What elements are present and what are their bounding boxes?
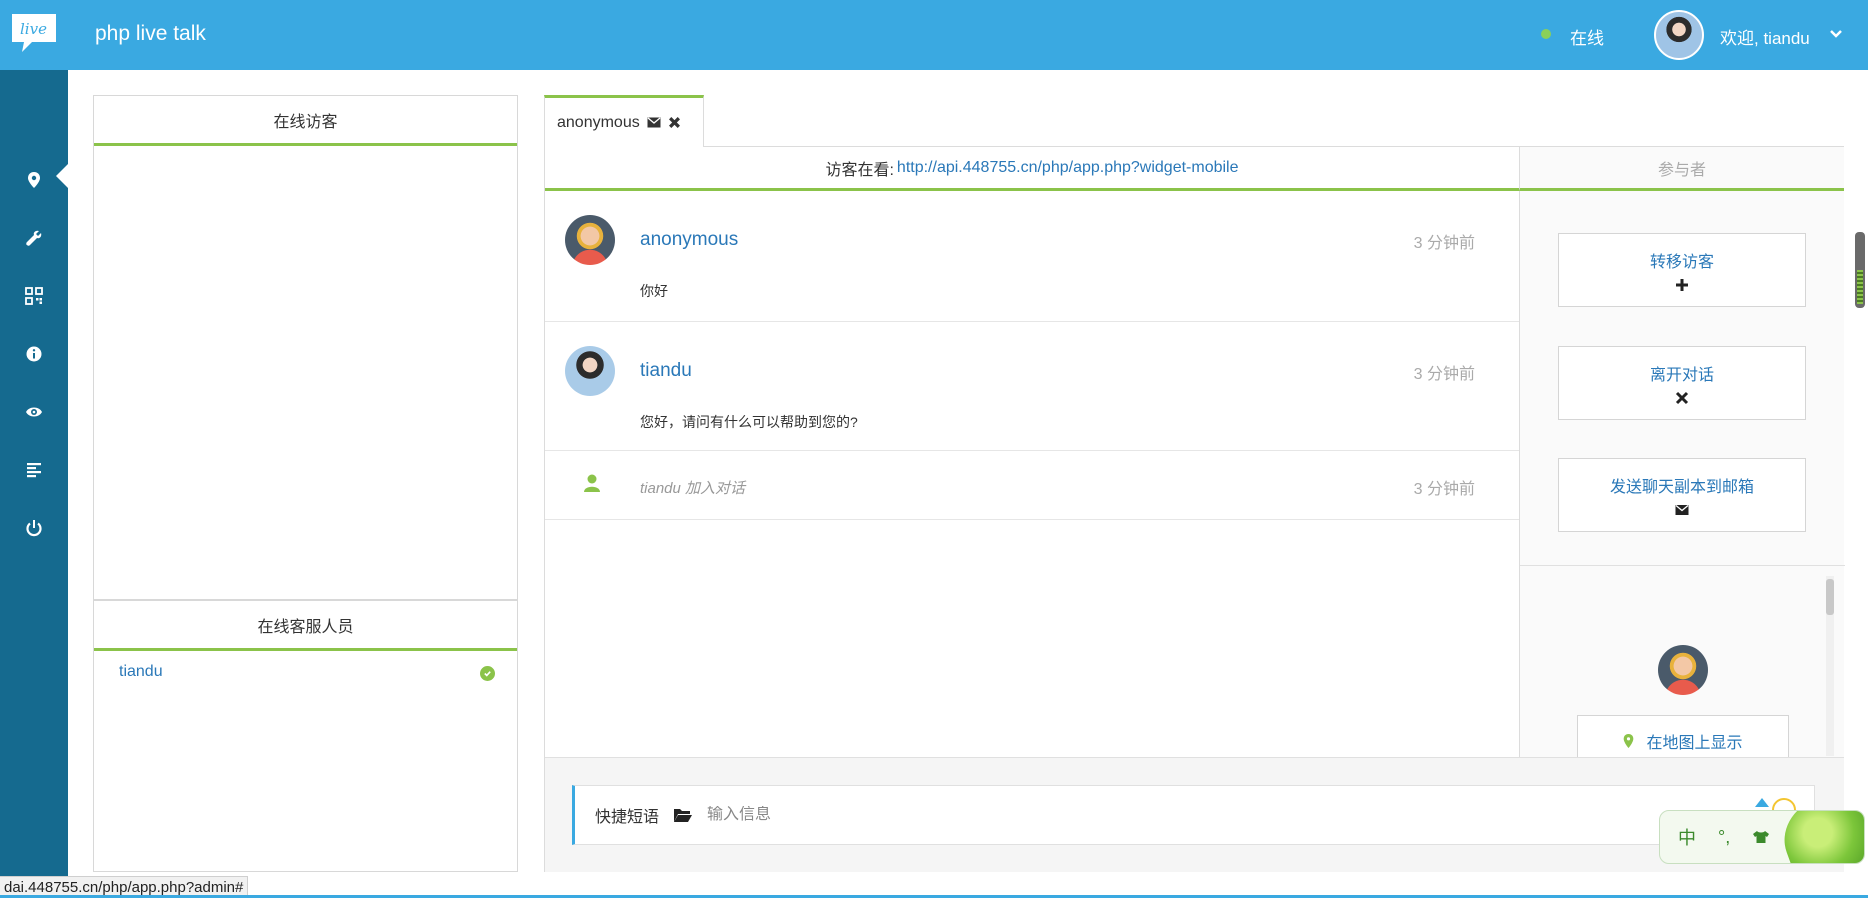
eye-icon[interactable]: [22, 400, 46, 424]
message-text: 你好: [640, 283, 668, 299]
user-icon: [584, 474, 600, 492]
top-bar: live php live talk 在线 欢迎, tiandu: [0, 0, 1868, 70]
visitor-viewing-bar: 访客在看: http://api.448755.cn/php/app.php?w…: [545, 147, 1519, 191]
caret-up-icon[interactable]: [1755, 798, 1769, 807]
sidebar-active-indicator: [56, 164, 68, 188]
online-staff-panel: 在线客服人员 tiandu: [93, 600, 518, 872]
folder-open-icon[interactable]: [673, 807, 693, 823]
user-avatar[interactable]: [1654, 10, 1704, 60]
visitor-avatar: [565, 215, 615, 265]
leave-chat-button[interactable]: 离开对话: [1558, 346, 1806, 420]
divider: [1520, 565, 1845, 566]
svg-text:live: live: [20, 20, 47, 38]
info-icon[interactable]: [22, 342, 46, 366]
online-status-dot: [1541, 29, 1551, 39]
page-scrollbar-grip[interactable]: [1857, 270, 1863, 304]
leaf-decoration: [1773, 811, 1864, 863]
wrench-icon[interactable]: [22, 226, 46, 250]
participants-panel: 转移访客 离开对话 发送聊天副本到邮箱 在地图上显示: [1519, 191, 1845, 767]
ime-language-toggle[interactable]: 中: [1678, 824, 1696, 850]
message-item: tiandu 3 分钟前 您好，请问有什么可以帮助到您的?: [545, 322, 1519, 451]
chevron-down-icon[interactable]: [1828, 26, 1844, 42]
show-on-map-label: 在地图上显示: [1646, 735, 1743, 752]
online-staff-title: 在线客服人员: [94, 601, 517, 651]
email-transcript-label: 发送聊天副本到邮箱: [1609, 479, 1754, 496]
message-author[interactable]: tiandu: [640, 360, 692, 382]
message-time: 3 分钟前: [1413, 366, 1475, 383]
message-item: anonymous 3 分钟前 你好: [545, 191, 1519, 322]
power-icon[interactable]: [22, 516, 46, 540]
online-status-text[interactable]: 在线: [1570, 24, 1604, 49]
tshirt-icon[interactable]: [1752, 830, 1770, 844]
sidebar: [0, 70, 68, 898]
app-title: php live talk: [95, 22, 206, 45]
plus-icon: [1676, 279, 1688, 291]
viewing-label: 访客在看:: [825, 161, 894, 179]
tab-anonymous[interactable]: anonymous: [544, 95, 704, 147]
live-logo[interactable]: live: [10, 12, 58, 54]
staff-name[interactable]: tiandu: [119, 663, 163, 681]
transfer-visitor-label: 转移访客: [1649, 254, 1714, 271]
viewing-url-link[interactable]: http://api.448755.cn/php/app.php?widget-…: [897, 159, 1239, 177]
online-visitors-panel: 在线访客: [93, 95, 518, 600]
tab-label: anonymous: [557, 113, 640, 131]
staff-avatar: [565, 346, 615, 396]
map-marker-icon[interactable]: [22, 168, 46, 192]
ime-punctuation-toggle[interactable]: °,: [1718, 827, 1730, 848]
staff-list-item[interactable]: tiandu: [94, 651, 517, 697]
welcome-text[interactable]: 欢迎, tiandu: [1720, 24, 1810, 49]
align-left-icon[interactable]: [22, 458, 46, 482]
participants-title: 参与者: [1519, 147, 1844, 191]
message-time: 3 分钟前: [1413, 235, 1475, 252]
online-visitors-title: 在线访客: [94, 96, 517, 146]
system-message-text: tiandu 加入对话: [640, 480, 746, 497]
quick-phrases-label[interactable]: 快捷短语: [595, 803, 659, 827]
message-input-bar: 快捷短语: [572, 785, 1815, 845]
message-text: 您好，请问有什么可以帮助到您的?: [640, 414, 858, 430]
transfer-visitor-button[interactable]: 转移访客: [1558, 233, 1806, 307]
system-message: tiandu 加入对话 3 分钟前: [545, 451, 1519, 520]
qrcode-icon[interactable]: [22, 284, 46, 308]
email-transcript-button[interactable]: 发送聊天副本到邮箱: [1558, 458, 1806, 532]
close-icon[interactable]: [668, 116, 681, 129]
check-circle-icon: [480, 666, 495, 681]
ime-toolbar[interactable]: 中 °,: [1659, 810, 1865, 864]
leave-chat-label: 离开对话: [1649, 367, 1714, 384]
message-author[interactable]: anonymous: [640, 229, 738, 251]
map-marker-icon: [1624, 734, 1634, 748]
close-icon: [1675, 391, 1689, 405]
message-input-zone: 快捷短语: [545, 757, 1844, 872]
system-message-time: 3 分钟前: [1413, 481, 1475, 498]
message-input[interactable]: [707, 806, 1308, 824]
envelope-icon: [1675, 505, 1689, 515]
chat-area: 访客在看: http://api.448755.cn/php/app.php?w…: [544, 146, 1845, 872]
visitor-avatar: [1658, 645, 1708, 695]
message-list: anonymous 3 分钟前 你好 tiandu 3 分钟前 您好，请问有什么…: [545, 191, 1519, 757]
participants-scroll-thumb[interactable]: [1826, 579, 1834, 615]
envelope-icon[interactable]: [647, 117, 661, 128]
